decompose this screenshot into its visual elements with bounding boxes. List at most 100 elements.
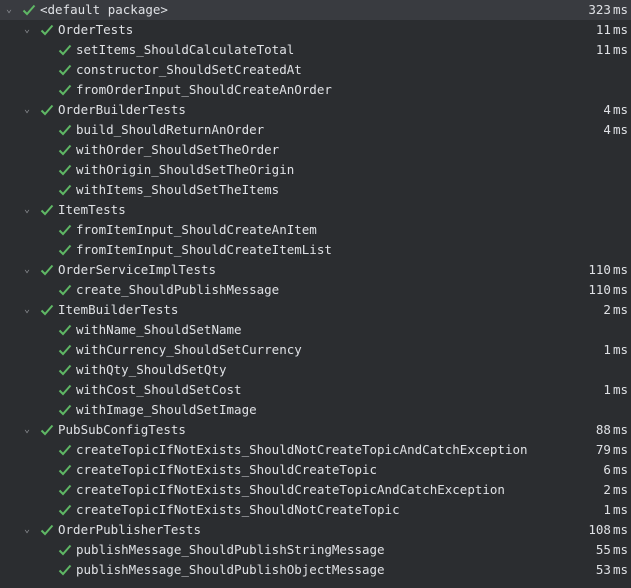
tree-row-test[interactable]: createTopicIfNotExists_ShouldNotCreateTo… [0, 500, 631, 520]
check-icon [40, 420, 54, 440]
tree-row-test[interactable]: fromItemInput_ShouldCreateAnItem [0, 220, 631, 240]
test-label: publishMessage_ShouldPublishStringMessag… [76, 542, 385, 557]
test-duration [626, 400, 628, 420]
check-icon [58, 220, 72, 240]
test-duration: 6 ms [603, 462, 628, 477]
suite-label: ItemBuilderTests [58, 302, 179, 317]
tree-row-suite[interactable]: ⌄ OrderPublisherTests 108 ms [0, 520, 631, 540]
check-icon [58, 560, 72, 580]
chevron-down-icon[interactable]: ⌄ [21, 100, 33, 120]
check-icon [58, 40, 72, 60]
check-icon [58, 340, 72, 360]
tree-row-test[interactable]: create_ShouldPublishMessage 110 ms [0, 280, 631, 300]
suite-duration [626, 200, 628, 220]
tree-row-test[interactable]: build_ShouldReturnAnOrder 4 ms [0, 120, 631, 140]
test-label: withItems_ShouldSetTheItems [76, 182, 280, 197]
test-label: fromItemInput_ShouldCreateAnItem [76, 222, 317, 237]
tree-row-suite[interactable]: ⌄ ItemTests [0, 200, 631, 220]
check-icon [22, 0, 36, 20]
tree-row-suite[interactable]: ⌄ OrderServiceImplTests 110 ms [0, 260, 631, 280]
tree-row-test[interactable]: publishMessage_ShouldPublishObjectMessag… [0, 560, 631, 580]
suite-label: OrderServiceImplTests [58, 262, 217, 277]
test-duration: 1 ms [603, 502, 628, 517]
test-label: constructor_ShouldSetCreatedAt [76, 62, 302, 77]
tree-row-root[interactable]: ⌄ <default package> 323 ms [0, 0, 631, 20]
tree-row-suite[interactable]: ⌄ OrderBuilderTests 4 ms [0, 100, 631, 120]
test-duration: 2 ms [603, 482, 628, 497]
test-duration: 53 ms [595, 562, 628, 577]
test-label: withOrigin_ShouldSetTheOrigin [76, 162, 295, 177]
check-icon [58, 180, 72, 200]
tree-row-test[interactable]: createTopicIfNotExists_ShouldCreateTopic… [0, 460, 631, 480]
tree-row-test[interactable]: withItems_ShouldSetTheItems [0, 180, 631, 200]
test-duration [626, 180, 628, 200]
test-duration [626, 140, 628, 160]
test-label: createTopicIfNotExists_ShouldNotCreateTo… [76, 502, 400, 517]
check-icon [58, 360, 72, 380]
tree-row-test[interactable]: withOrder_ShouldSetTheOrder [0, 140, 631, 160]
chevron-down-icon[interactable]: ⌄ [21, 200, 33, 220]
suite-duration: 2 ms [603, 302, 628, 317]
test-label: create_ShouldPublishMessage [76, 282, 280, 297]
test-label: withCost_ShouldSetCost [76, 382, 242, 397]
test-duration: 1 ms [603, 382, 628, 397]
tree-row-test[interactable]: fromOrderInput_ShouldCreateAnOrder [0, 80, 631, 100]
suite-duration: 108 ms [588, 522, 628, 537]
tree-row-suite[interactable]: ⌄ OrderTests 11 ms [0, 20, 631, 40]
suite-duration: 88 ms [595, 422, 628, 437]
check-icon [40, 260, 54, 280]
chevron-down-icon[interactable]: ⌄ [21, 260, 33, 280]
tree-row-test[interactable]: withImage_ShouldSetImage [0, 400, 631, 420]
check-icon [58, 400, 72, 420]
tree-row-test[interactable]: constructor_ShouldSetCreatedAt [0, 60, 631, 80]
tree-row-test[interactable]: withQty_ShouldSetQty [0, 360, 631, 380]
check-icon [58, 460, 72, 480]
check-icon [40, 300, 54, 320]
test-label: withImage_ShouldSetImage [76, 402, 257, 417]
check-icon [58, 60, 72, 80]
test-duration [626, 60, 628, 80]
tree-row-test[interactable]: setItems_ShouldCalculateTotal 11 ms [0, 40, 631, 60]
suite-duration: 11 ms [595, 22, 628, 37]
test-label: withOrder_ShouldSetTheOrder [76, 142, 280, 157]
suite-label: OrderPublisherTests [58, 522, 201, 537]
suite-label: PubSubConfigTests [58, 422, 186, 437]
test-label: fromOrderInput_ShouldCreateAnOrder [76, 82, 332, 97]
check-icon [58, 280, 72, 300]
test-duration [626, 80, 628, 100]
suite-label: OrderTests [58, 22, 134, 37]
test-label: createTopicIfNotExists_ShouldCreateTopic… [76, 482, 505, 497]
tree-row-test[interactable]: withName_ShouldSetName [0, 320, 631, 340]
test-label: build_ShouldReturnAnOrder [76, 122, 265, 137]
check-icon [58, 480, 72, 500]
tree-row-test[interactable]: withOrigin_ShouldSetTheOrigin [0, 160, 631, 180]
root-label: <default package> [40, 2, 168, 17]
suite-duration: 4 ms [603, 102, 628, 117]
suite-label: ItemTests [58, 202, 126, 217]
suite-label: OrderBuilderTests [58, 102, 186, 117]
tree-row-test[interactable]: createTopicIfNotExists_ShouldCreateTopic… [0, 480, 631, 500]
tree-row-suite[interactable]: ⌄ ItemBuilderTests 2 ms [0, 300, 631, 320]
check-icon [58, 120, 72, 140]
test-label: withQty_ShouldSetQty [76, 362, 227, 377]
test-duration: 110 ms [588, 282, 628, 297]
tree-row-test[interactable]: withCurrency_ShouldSetCurrency 1 ms [0, 340, 631, 360]
test-duration: 1 ms [603, 342, 628, 357]
test-duration [626, 160, 628, 180]
chevron-down-icon[interactable]: ⌄ [21, 300, 33, 320]
check-icon [58, 140, 72, 160]
root-duration: 323 ms [588, 2, 628, 17]
chevron-down-icon[interactable]: ⌄ [21, 20, 33, 40]
tree-row-test[interactable]: withCost_ShouldSetCost 1 ms [0, 380, 631, 400]
chevron-down-icon[interactable]: ⌄ [21, 420, 33, 440]
test-duration: 11 ms [595, 42, 628, 57]
test-duration: 79 ms [595, 442, 628, 457]
chevron-down-icon[interactable]: ⌄ [21, 520, 33, 540]
chevron-down-icon[interactable]: ⌄ [3, 0, 15, 20]
tree-row-test[interactable]: fromItemInput_ShouldCreateItemList [0, 240, 631, 260]
tree-row-test[interactable]: publishMessage_ShouldPublishStringMessag… [0, 540, 631, 560]
check-icon [58, 380, 72, 400]
tree-row-suite[interactable]: ⌄ PubSubConfigTests 88 ms [0, 420, 631, 440]
tree-row-test[interactable]: createTopicIfNotExists_ShouldNotCreateTo… [0, 440, 631, 460]
check-icon [58, 540, 72, 560]
